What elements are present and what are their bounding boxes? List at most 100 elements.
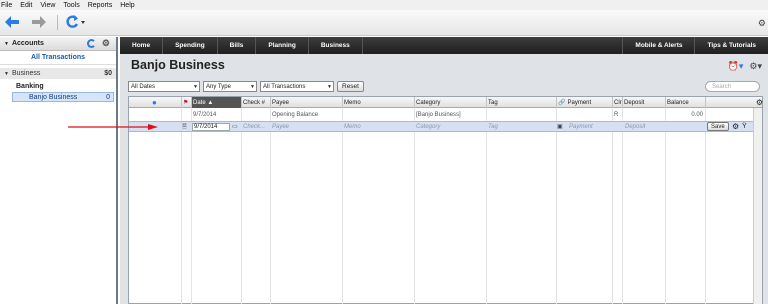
settings-gear-icon[interactable]: ⚙▾ [749,61,762,72]
split-icon[interactable]: Ŷ [742,122,751,131]
grid-line [665,108,666,304]
menu-bar: File Edit View Tools Reports Help [0,0,768,10]
payment-icon[interactable]: ▣ [557,122,565,131]
save-button[interactable]: Save [707,122,729,131]
toolbar-separator [57,15,58,30]
calendar-icon[interactable]: ▭ [232,122,240,131]
date-input[interactable]: 9/7/2014 [192,123,230,131]
grid-line [181,108,182,304]
payee-input[interactable]: Payee [272,122,340,131]
dates-filter[interactable]: All Dates [128,81,200,92]
group-label: Business [11,70,41,77]
menu-edit[interactable]: Edit [20,2,32,9]
col-balance[interactable]: Balance [665,97,705,108]
accounts-title: Accounts [11,40,44,47]
col-date[interactable]: Date ▲ [191,97,241,108]
grid-line [342,108,343,304]
register-header: ● ⚑ Date ▲ Check # Payee Memo Category T… [129,97,764,108]
group-amount: $0 [104,70,112,77]
column-gear-icon[interactable]: ⚙ [756,98,763,107]
grid-line [486,108,487,304]
accounts-header: ▼ Accounts ⚙ [0,37,116,51]
main-panel: Banjo Business ⏰▾ ⚙▾ All Dates Any Type … [120,54,768,304]
row-balance: 0.00 [691,111,703,118]
table-row[interactable]: 9/7/2014 Opening Balance [Banjo Business… [129,110,762,119]
grid-line [612,108,613,304]
group-triangle-icon: ▼ [4,70,9,77]
business-group[interactable]: ▼ Business $0 [0,68,116,79]
type-filter[interactable]: Any Type [203,81,257,92]
category-banking: Banking [16,83,44,90]
tab-business[interactable]: Business [309,37,363,54]
col-deposit[interactable]: Deposit [622,97,665,108]
col-memo[interactable]: Memo [342,97,414,108]
tab-spending[interactable]: Spending [163,37,218,54]
status-dot-icon[interactable]: ● [151,97,159,108]
accounts-gear-icon[interactable]: ⚙ [102,38,110,49]
grid-line [414,108,415,304]
grid-line [556,108,557,304]
column-settings: ⚙ [705,97,764,108]
grid-line [191,108,192,304]
menu-view[interactable]: View [40,2,55,9]
check-input[interactable]: Check... [243,122,269,131]
grid-line [622,108,623,304]
col-payment-label: Payment [567,99,592,106]
memo-input[interactable]: Memo [344,122,412,131]
row-payee: Opening Balance [272,111,319,118]
account-name: Banjo Business [29,93,78,101]
gear-icon[interactable]: ⚙ [758,18,766,29]
menu-help[interactable]: Help [120,2,134,9]
category-input[interactable]: Category [416,122,484,131]
row-category: [Banjo Business] [416,111,461,118]
menu-file[interactable]: File [1,2,12,9]
refresh-icon[interactable] [63,14,87,30]
alarm-clock-icon[interactable]: ⏰▾ [728,61,744,72]
tab-mobile-alerts[interactable]: Mobile & Alerts [622,37,694,54]
filter-bar: All Dates Any Type All Transactions Rese… [128,81,364,92]
col-clr[interactable]: Clr [612,97,622,108]
tab-tips-tutorials[interactable]: Tips & Tutorials [694,37,768,54]
paperclip-icon: 🔗 [558,100,566,106]
tab-home[interactable]: Home [120,37,164,54]
tag-input[interactable]: Tag [488,122,554,131]
tab-planning[interactable]: Planning [256,37,309,54]
transactions-filter[interactable]: All Transactions [260,81,334,92]
row-clr: R [614,111,619,118]
register-table: ● ⚑ Date ▲ Check # Payee Memo Category T… [128,96,763,304]
menu-reports[interactable]: Reports [88,2,113,9]
row-date: 9/7/2014 [193,111,217,118]
tab-bills[interactable]: Bills [218,37,257,54]
forward-arrow-icon[interactable] [30,14,48,30]
row-gear-icon[interactable]: ⚙ [732,122,740,131]
col-tag[interactable]: Tag [486,97,556,108]
all-transactions-link[interactable]: All Transactions [0,51,116,65]
grid-line [241,108,242,304]
col-payment[interactable]: 🔗 Payment [556,97,612,108]
menu-tools[interactable]: Tools [63,2,79,9]
vertical-scrollbar[interactable] [753,108,762,304]
search-input[interactable]: Search [705,81,760,92]
reset-button[interactable]: Reset [337,81,364,92]
account-amount: 0 [106,93,110,101]
header-icons: ⏰▾ ⚙▾ [728,61,762,72]
col-category[interactable]: Category [414,97,486,108]
payment-input[interactable]: Payment [569,122,611,131]
grid-line [270,108,271,304]
page-title: Banjo Business [131,58,225,72]
col-payee[interactable]: Payee [270,97,342,108]
account-banjo-business[interactable]: Banjo Business 0 [12,92,114,102]
annotation-arrow-icon [68,124,158,130]
new-transaction-row[interactable]: 🗎 9/7/2014 ▭ Check... Payee Memo Categor… [129,121,762,132]
refresh-accounts-icon[interactable] [87,39,96,48]
col-check[interactable]: Check # [241,97,270,108]
flag-icon[interactable]: ⚑ [181,97,191,108]
collapse-triangle-icon[interactable]: ▼ [4,41,9,47]
grid-line [705,108,706,304]
back-arrow-icon[interactable] [3,14,21,30]
toolbar: ⚙ [0,10,768,36]
attachment-icon[interactable]: 🗎 [182,122,190,131]
main-nav: Home Spending Bills Planning Business Mo… [120,37,768,54]
deposit-input[interactable]: Deposit [625,122,663,131]
sidebar: ▼ Accounts ⚙ All Transactions ▼ Business… [0,37,118,304]
